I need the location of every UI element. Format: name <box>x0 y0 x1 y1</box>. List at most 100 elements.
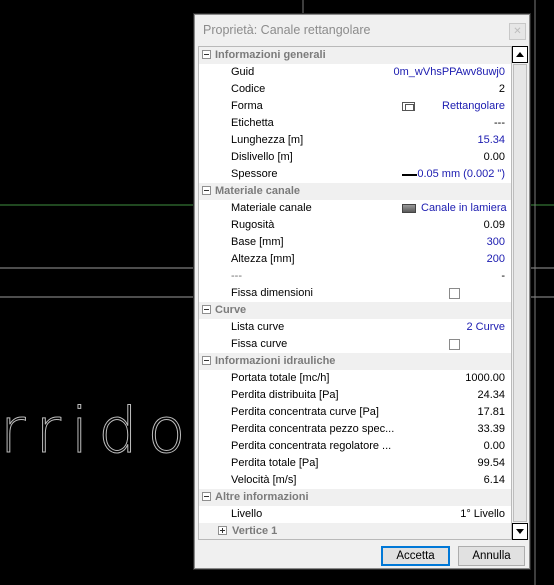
property-value: 0.09 <box>483 219 505 231</box>
collapse-icon[interactable] <box>202 356 211 365</box>
fissa-dimensioni-checkbox[interactable] <box>449 288 460 299</box>
property-row-velocita[interactable]: Velocità [m/s] 6.14 <box>199 472 511 489</box>
property-row-fissa-dimensioni[interactable]: Fissa dimensioni <box>199 285 511 302</box>
close-icon: ✕ <box>513 26 522 37</box>
property-name: --- <box>231 270 242 282</box>
category-curve[interactable]: Curve <box>199 302 511 319</box>
subgroup-label: Vertice 1 <box>232 525 278 537</box>
collapse-icon[interactable] <box>202 492 211 501</box>
property-row-rugosita[interactable]: Rugosità 0.09 <box>199 217 511 234</box>
collapse-icon[interactable] <box>202 305 211 314</box>
property-value: 0m_wVhsPPAwv8uwj0 <box>393 66 505 78</box>
property-value: 33.39 <box>477 423 505 435</box>
property-name: Spessore <box>231 168 278 180</box>
category-label: Materiale canale <box>215 185 300 197</box>
property-name: Altezza [mm] <box>231 253 295 265</box>
property-row-lunghezza[interactable]: Lunghezza [m] 15.34 <box>199 132 511 149</box>
property-row-perdita-distribuita[interactable]: Perdita distribuita [Pa] 24.34 <box>199 387 511 404</box>
property-row-lista-curve[interactable]: Lista curve 2 Curve <box>199 319 511 336</box>
property-row-perdita-pezzo-speciale[interactable]: Perdita concentrata pezzo spec... 33.39 <box>199 421 511 438</box>
property-row-perdita-curve[interactable]: Perdita concentrata curve [Pa] 17.81 <box>199 404 511 421</box>
property-value: 99.54 <box>477 457 505 469</box>
category-materiale-canale[interactable]: Materiale canale <box>199 183 511 200</box>
property-row-livello[interactable]: Livello 1° Livello <box>199 506 511 523</box>
property-name: Fissa curve <box>231 338 288 350</box>
category-altre-informazioni[interactable]: Altre informazioni <box>199 489 511 506</box>
property-value: 2 <box>498 83 505 95</box>
category-label: Informazioni generali <box>215 49 326 61</box>
property-row-placeholder[interactable]: --- - <box>199 268 511 285</box>
property-grid: Informazioni generali Guid 0m_wVhsPPAwv8… <box>198 46 512 540</box>
property-value: 15.34 <box>477 134 505 146</box>
category-label: Altre informazioni <box>215 491 309 503</box>
property-value: 200 <box>486 253 505 265</box>
property-row-forma[interactable]: Forma Rettangolare <box>199 98 511 115</box>
property-name: Perdita concentrata pezzo spec... <box>231 423 395 435</box>
property-name: Rugosità <box>231 219 275 231</box>
fissa-curve-checkbox[interactable] <box>449 339 460 350</box>
property-row-etichetta[interactable]: Etichetta --- <box>199 115 511 132</box>
subgroup-vertice-1[interactable]: Vertice 1 <box>199 523 511 539</box>
property-row-dislivello[interactable]: Dislivello [m] 0.00 <box>199 149 511 166</box>
properties-dialog: Proprietà: Canale rettangolare ✕ Informa… <box>194 14 530 569</box>
property-value: 0.00 <box>483 440 505 452</box>
property-name: Perdita concentrata regolatore ... <box>231 440 392 452</box>
expand-icon[interactable] <box>218 526 227 535</box>
line-thickness-icon <box>402 174 417 176</box>
property-name: Livello <box>231 508 263 520</box>
property-value: 1° Livello <box>460 508 505 520</box>
property-name: Perdita distribuita [Pa] <box>231 389 339 401</box>
property-row-base[interactable]: Base [mm] 300 <box>199 234 511 251</box>
scrollbar-thumb[interactable] <box>513 64 527 522</box>
property-row-fissa-curve[interactable]: Fissa curve <box>199 336 511 353</box>
property-name: Lunghezza [m] <box>231 134 304 146</box>
property-value: 2 Curve <box>466 321 505 333</box>
property-value: 6.14 <box>483 474 505 486</box>
property-value: 300 <box>486 236 505 248</box>
rectangle-shape-icon <box>402 102 415 111</box>
property-name: Materiale canale <box>231 202 312 214</box>
cancel-button[interactable]: Annulla <box>458 546 525 566</box>
property-name: Fissa dimensioni <box>231 287 313 299</box>
property-value: 17.81 <box>477 406 505 418</box>
category-label: Curve <box>215 304 247 316</box>
property-name: Velocità [m/s] <box>231 474 297 486</box>
property-value: - <box>501 270 505 282</box>
property-name: Forma <box>231 100 263 112</box>
property-row-perdita-regolatore[interactable]: Perdita concentrata regolatore ... 0.00 <box>199 438 511 455</box>
property-name: Base [mm] <box>231 236 284 248</box>
property-name: Dislivello [m] <box>231 151 293 163</box>
property-name: Guid <box>231 66 255 78</box>
property-value: --- <box>494 117 505 129</box>
vertical-scrollbar[interactable] <box>512 46 528 540</box>
collapse-icon[interactable] <box>202 50 211 59</box>
property-name: Perdita concentrata curve [Pa] <box>231 406 379 418</box>
dialog-titlebar[interactable]: Proprietà: Canale rettangolare ✕ <box>195 15 529 47</box>
property-value: Canale in lamiera z <box>421 202 509 214</box>
category-informazioni-generali[interactable]: Informazioni generali <box>199 47 511 64</box>
accept-button[interactable]: Accetta <box>381 546 450 566</box>
property-row-portata-totale[interactable]: Portata totale [mc/h] 1000.00 <box>199 370 511 387</box>
property-value: 0.05 mm (0.002 ") <box>417 168 505 180</box>
property-row-materiale-canale[interactable]: Materiale canale Canale in lamiera z <box>199 200 511 217</box>
property-row-guid[interactable]: Guid 0m_wVhsPPAwv8uwj0 <box>199 64 511 81</box>
property-row-perdita-totale[interactable]: Perdita totale [Pa] 99.54 <box>199 455 511 472</box>
property-row-altezza[interactable]: Altezza [mm] 200 <box>199 251 511 268</box>
property-value: 1000.00 <box>465 372 505 384</box>
property-value: Rettangolare <box>442 100 505 112</box>
property-name: Codice <box>231 83 266 95</box>
category-informazioni-idrauliche[interactable]: Informazioni idrauliche <box>199 353 511 370</box>
scroll-up-arrow-icon[interactable] <box>512 46 528 63</box>
dialog-title: Proprietà: Canale rettangolare <box>203 23 371 37</box>
material-icon <box>402 204 416 213</box>
property-value: 24.34 <box>477 389 505 401</box>
property-row-codice[interactable]: Codice 2 <box>199 81 511 98</box>
property-name: Perdita totale [Pa] <box>231 457 319 469</box>
close-button[interactable]: ✕ <box>509 23 526 40</box>
property-name: Lista curve <box>231 321 285 333</box>
category-label: Informazioni idrauliche <box>215 355 336 367</box>
collapse-icon[interactable] <box>202 186 211 195</box>
scroll-down-arrow-icon[interactable] <box>512 523 528 540</box>
property-row-spessore[interactable]: Spessore 0.05 mm (0.002 ") <box>199 166 511 183</box>
property-name: Portata totale [mc/h] <box>231 372 330 384</box>
